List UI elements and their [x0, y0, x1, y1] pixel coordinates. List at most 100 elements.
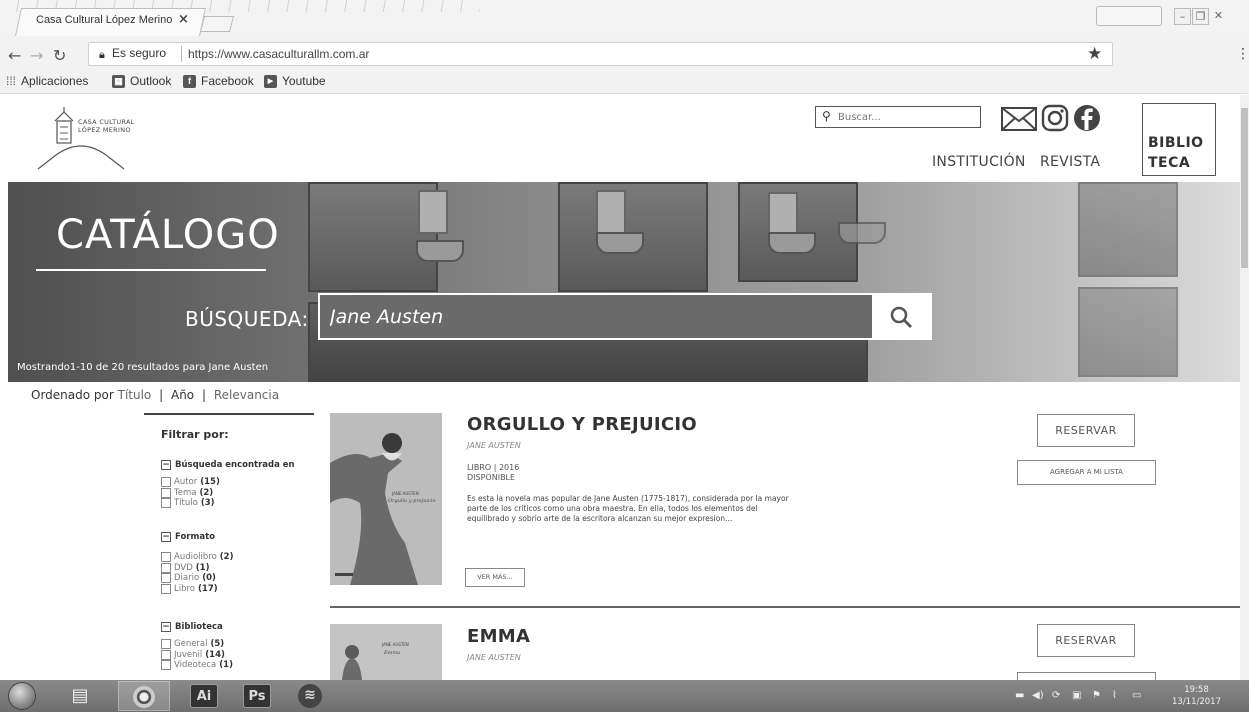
sort-option-relevancia[interactable]: Relevancia — [214, 388, 279, 402]
mail-icon[interactable] — [1001, 104, 1037, 132]
secure-label[interactable]: Es seguro — [112, 46, 166, 60]
checkbox[interactable] — [161, 562, 171, 573]
bookmark-outlook[interactable]: ▦ Outlook — [112, 74, 171, 88]
photoshop-icon[interactable]: Ps — [243, 684, 271, 708]
search-icon[interactable]: ⚲ — [822, 109, 831, 123]
catalog-search-button[interactable] — [872, 295, 930, 338]
filter-heading[interactable]: − Búsqueda encontrada en — [161, 458, 295, 472]
filter-option-count: (17) — [198, 583, 218, 594]
checkbox[interactable] — [161, 660, 171, 671]
network-icon[interactable]: ⌇ — [1112, 690, 1117, 701]
checkbox[interactable] — [161, 583, 171, 594]
reserve-button[interactable]: RESERVAR — [1037, 414, 1135, 447]
filter-option[interactable]: Juvenil (14) — [161, 649, 233, 661]
bookmark-facebook[interactable]: f Facebook — [183, 74, 254, 88]
start-button[interactable] — [8, 682, 36, 710]
battery-icon[interactable]: ▬ — [1015, 690, 1024, 701]
filter-option[interactable]: Audiolibro (2) — [161, 552, 233, 563]
flag-icon[interactable]: ⚑ — [1092, 690, 1101, 701]
collapse-icon[interactable]: − — [161, 622, 171, 632]
results-count-text: Mostrando1-10 de 20 resultados para Jane… — [17, 362, 269, 373]
filter-option[interactable]: Videoteca (1) — [161, 660, 233, 671]
scrollbar-thumb[interactable] — [1241, 108, 1248, 268]
filter-heading[interactable]: − Biblioteca — [161, 620, 233, 634]
collapse-icon[interactable]: − — [161, 532, 171, 542]
collapse-icon[interactable]: − — [161, 460, 171, 470]
bookmark-label: Youtube — [282, 74, 326, 88]
monitor-icon[interactable]: ▭ — [1132, 690, 1141, 701]
checkbox[interactable] — [161, 487, 171, 498]
taskbar-chrome-button[interactable] — [118, 681, 170, 711]
site-search-box[interactable]: ⚲ — [815, 106, 981, 128]
illustrator-icon[interactable]: Ai — [190, 684, 218, 708]
search-icon — [890, 306, 912, 328]
filter-option[interactable]: Título (3) — [161, 498, 295, 509]
book-cover-image[interactable]: JANE AUSTEN Orgullo y prejuicio — [330, 413, 442, 585]
new-tab-button[interactable] — [199, 16, 235, 32]
system-clock[interactable]: 19:58 13/11/2017 — [1172, 684, 1221, 708]
filter-option-count: (2) — [219, 552, 234, 563]
bookmark-apps[interactable]: ⁞⁞⁞ Aplicaciones — [6, 74, 88, 88]
nav-link-institucion[interactable]: INSTITUCIÓN — [932, 154, 1026, 170]
lock-icon[interactable]: 🔒︎ — [99, 48, 105, 62]
cover-author: JANE AUSTEN — [382, 642, 409, 647]
filter-option-label: DVD — [174, 562, 193, 573]
spotify-icon[interactable]: ≋ — [298, 684, 322, 708]
biblioteca-line-1: BIBLIO — [1148, 135, 1204, 151]
checkbox[interactable] — [161, 639, 171, 650]
page-title: CATÁLOGO — [56, 212, 280, 258]
profile-area[interactable] — [1096, 6, 1162, 26]
catalog-search-input[interactable] — [330, 305, 830, 329]
site-search-input[interactable] — [838, 109, 968, 125]
catalog-search-field[interactable] — [318, 293, 932, 340]
filter-option[interactable]: Tema (2) — [161, 487, 295, 499]
checkbox[interactable] — [161, 498, 171, 509]
add-to-list-button[interactable]: AGREGAR A MI LISTA — [1017, 460, 1156, 485]
checkbox[interactable] — [161, 573, 171, 584]
reserve-button[interactable]: RESERVAR — [1037, 624, 1135, 657]
result-title[interactable]: ORGULLO Y PREJUICIO — [467, 414, 697, 435]
filter-option[interactable]: Autor (15) — [161, 477, 295, 488]
checkbox[interactable] — [161, 477, 171, 488]
hero-plate — [418, 190, 448, 234]
filter-option-count: (14) — [205, 649, 225, 660]
filter-option[interactable]: Diario (0) — [161, 573, 233, 584]
filter-option[interactable]: Libro (17) — [161, 583, 233, 595]
filter-option[interactable]: General (5) — [161, 639, 233, 650]
outlook-icon: ▦ — [112, 74, 125, 88]
file-explorer-icon[interactable]: ▤ — [66, 684, 94, 708]
filter-option-count: (5) — [210, 639, 225, 650]
filter-heading[interactable]: − Formato — [161, 530, 233, 544]
back-arrow-icon[interactable]: ← — [8, 46, 21, 65]
see-more-button[interactable]: VER MÁS... — [465, 568, 525, 587]
sync-icon[interactable]: ⟳ — [1052, 690, 1060, 701]
minimize-icon[interactable]: – — [1174, 8, 1191, 25]
biblioteca-label[interactable]: BIBLIO TECA — [1148, 133, 1204, 173]
bookmark-star-icon[interactable]: ★ — [1087, 44, 1102, 64]
restore-icon[interactable]: ❐ — [1192, 8, 1209, 25]
logo-text[interactable]: CASA CULTURAL LÓPEZ MERINO — [78, 118, 135, 134]
volume-icon[interactable]: ◀) — [1032, 690, 1044, 701]
result-title[interactable]: EMMA — [467, 626, 530, 647]
instagram-icon[interactable] — [1041, 104, 1069, 132]
url-text[interactable]: https://www.casaculturallm.com.ar — [188, 47, 369, 61]
display-icon[interactable]: ▣ — [1072, 690, 1081, 701]
add-to-list-button[interactable] — [1017, 672, 1156, 680]
filter-option[interactable]: DVD (1) — [161, 562, 233, 574]
close-window-icon[interactable]: ✕ — [1210, 8, 1227, 25]
bookmark-youtube[interactable]: ▶ Youtube — [264, 74, 326, 88]
reload-icon[interactable]: ↻ — [53, 46, 66, 65]
sort-option-ano[interactable]: Año — [171, 388, 194, 402]
bookmark-label: Facebook — [201, 74, 254, 88]
tab-close-icon[interactable]: × — [178, 12, 189, 27]
checkbox[interactable] — [161, 552, 171, 563]
forward-arrow-icon[interactable]: → — [30, 46, 43, 65]
result-author[interactable]: JANE AUSTEN — [467, 441, 521, 450]
checkbox[interactable] — [161, 649, 171, 660]
book-cover-image[interactable]: JANE AUSTEN Emma — [330, 624, 442, 680]
browser-menu-icon[interactable]: ⋮ — [1236, 46, 1249, 62]
result-author[interactable]: JANE AUSTEN — [467, 653, 521, 662]
sort-option-titulo[interactable]: Título — [118, 388, 152, 402]
facebook-icon[interactable] — [1073, 104, 1101, 132]
nav-link-revista[interactable]: REVISTA — [1040, 154, 1100, 170]
